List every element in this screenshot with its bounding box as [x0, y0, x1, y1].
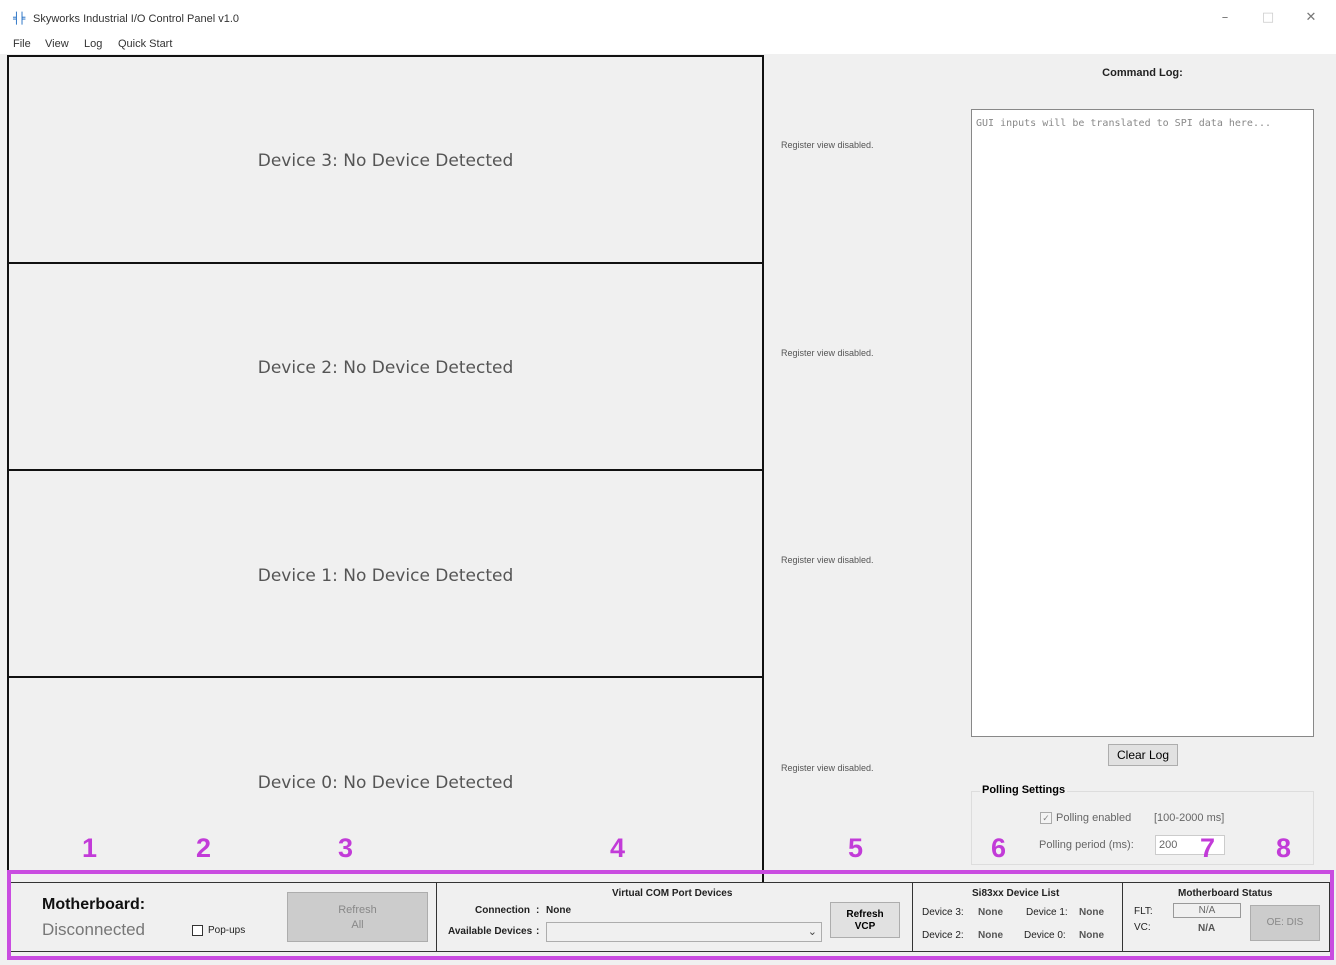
window-title: Skyworks Industrial I/O Control Panel v1…: [33, 13, 240, 25]
app-window: ╡╞ Skyworks Industrial I/O Control Panel…: [0, 0, 1336, 965]
menu-file[interactable]: File: [13, 38, 31, 50]
device-2-register-text: Register view disabled.: [781, 348, 874, 358]
annotation-7: 7: [1200, 833, 1216, 863]
device-2-label: Device 2: No Device Detected: [257, 358, 514, 378]
app-logo-icon: ╡╞: [13, 12, 25, 25]
device-0-register-text: Register view disabled.: [781, 763, 874, 773]
annotation-6: 6: [991, 833, 1007, 863]
title-bar: ╡╞ Skyworks Industrial I/O Control Panel…: [0, 0, 1336, 36]
device-3-label: Device 3: No Device Detected: [257, 151, 514, 171]
annotation-3: 3: [338, 833, 354, 863]
maximize-icon[interactable]: □: [1260, 10, 1276, 26]
menu-bar: File View Log Quick Start: [0, 36, 1336, 54]
annotation-4: 4: [610, 833, 626, 863]
clear-log-button[interactable]: Clear Log: [1108, 744, 1178, 766]
menu-log[interactable]: Log: [84, 38, 102, 50]
device-2-panel: Device 2: No Device Detected: [7, 262, 764, 471]
device-1-panel: Device 1: No Device Detected: [7, 469, 764, 678]
polling-enabled-label: Polling enabled: [1056, 812, 1132, 824]
annotation-8: 8: [1276, 833, 1292, 863]
command-log-textarea[interactable]: GUI inputs will be translated to SPI dat…: [971, 109, 1314, 737]
polling-settings-legend: Polling Settings: [980, 784, 1068, 796]
polling-settings-group: [971, 791, 1314, 865]
device-3-panel: Device 3: No Device Detected: [7, 55, 764, 264]
device-0-label: Device 0: No Device Detected: [257, 773, 514, 793]
device-1-label: Device 1: No Device Detected: [257, 566, 514, 586]
annotation-2: 2: [196, 833, 212, 863]
polling-period-label: Polling period (ms):: [1039, 839, 1134, 851]
polling-enabled-checkbox[interactable]: ✓: [1040, 812, 1052, 824]
highlight-frame: [7, 870, 1334, 960]
close-icon[interactable]: ✕: [1303, 10, 1319, 26]
polling-range-label: [100-2000 ms]: [1154, 812, 1225, 824]
device-3-register-text: Register view disabled.: [781, 140, 874, 150]
menu-quick-start[interactable]: Quick Start: [118, 38, 172, 50]
command-log-title: Command Log:: [1102, 67, 1183, 79]
menu-view[interactable]: View: [45, 38, 69, 50]
polling-period-value: 200: [1159, 839, 1178, 851]
annotation-5: 5: [848, 833, 864, 863]
device-1-register-text: Register view disabled.: [781, 555, 874, 565]
device-0-panel: Device 0: No Device Detected: [7, 676, 764, 885]
annotation-1: 1: [82, 833, 98, 863]
minimize-icon[interactable]: –: [1217, 10, 1233, 26]
